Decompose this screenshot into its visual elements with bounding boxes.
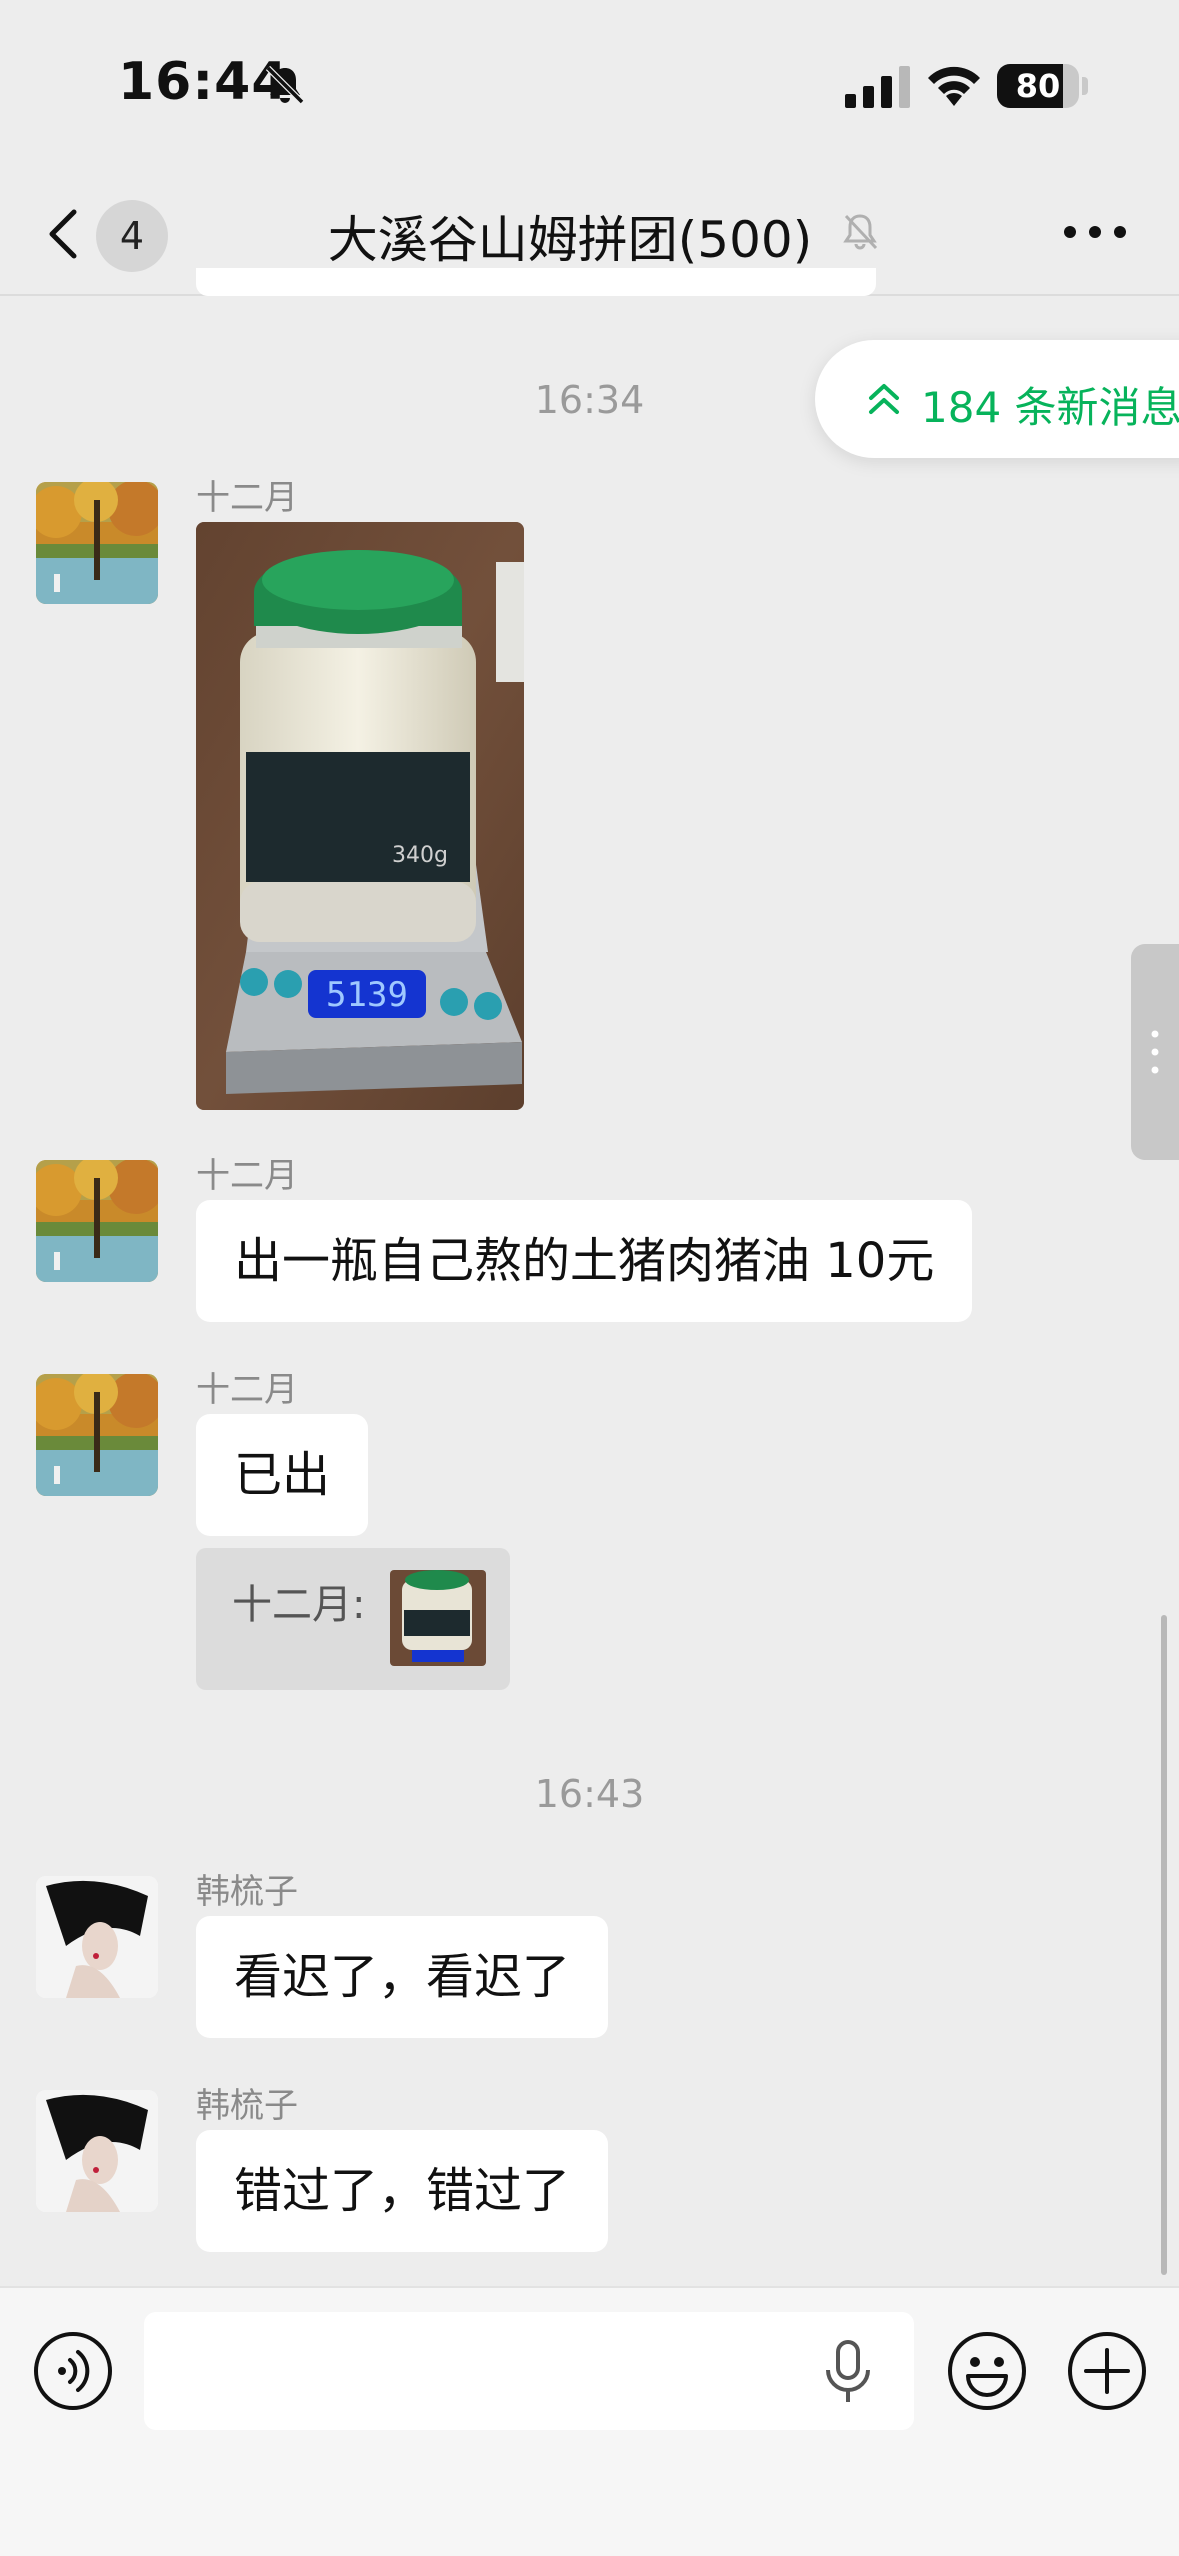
plus-icon[interactable] xyxy=(1066,2330,1148,2412)
message-bubble[interactable]: 看迟了，看迟了 xyxy=(196,1916,609,2038)
jar-label-weight: 340g xyxy=(392,843,448,868)
bell-muted-icon xyxy=(843,214,878,250)
message-timestamp: 16:43 xyxy=(534,1772,645,1816)
message-photo[interactable]: 5139 340g xyxy=(196,522,524,1110)
unread-count-badge: 4 xyxy=(96,200,168,272)
bell-slash-icon xyxy=(265,65,305,105)
lard-jar-photo: 5139 340g xyxy=(196,522,524,1110)
message-bubble[interactable]: 已出 xyxy=(196,1414,369,1536)
quoted-message[interactable]: 十二月: xyxy=(196,1548,510,1690)
back-button[interactable]: 4 xyxy=(40,186,170,276)
autumn-tree-avatar-image xyxy=(36,482,158,604)
previous-bubble-edge xyxy=(196,268,876,296)
woman-hat-avatar-image xyxy=(36,2090,158,2212)
sender-name: 韩梳子 xyxy=(196,1872,298,1912)
avatar[interactable] xyxy=(36,1160,158,1282)
message-bubble[interactable]: 错过了，错过了 xyxy=(196,2130,609,2252)
avatar[interactable] xyxy=(36,2090,158,2212)
sender-name: 十二月 xyxy=(196,478,298,518)
avatar[interactable] xyxy=(36,1374,158,1496)
lard-jar-thumbnail xyxy=(390,1570,486,1666)
quote-sender-label: 十二月: xyxy=(232,1582,366,1628)
status-bar: 16:44 80 xyxy=(0,0,1179,170)
avatar[interactable] xyxy=(36,482,158,604)
more-dots-icon[interactable] xyxy=(1060,210,1130,254)
scale-reading-display: 5139 xyxy=(326,975,408,1015)
new-messages-button[interactable]: 184 条新消息 xyxy=(815,340,1179,458)
scrollbar[interactable] xyxy=(1161,1615,1167,2275)
chat-title[interactable]: 大溪谷山姆拼团(500) xyxy=(300,200,840,272)
new-messages-label: 184 条新消息 xyxy=(921,383,1179,432)
woman-hat-avatar-image xyxy=(36,1876,158,1998)
cellular-signal-icon xyxy=(845,66,910,108)
battery-icon: 80 xyxy=(997,64,1079,108)
side-drawer-handle[interactable] xyxy=(1131,944,1179,1160)
voice-icon[interactable] xyxy=(32,2330,114,2412)
sender-name: 韩梳子 xyxy=(196,2086,298,2126)
battery-cap xyxy=(1082,77,1088,95)
vertical-dots-icon xyxy=(1151,1030,1159,1074)
input-bar xyxy=(0,2286,1179,2556)
avatar[interactable] xyxy=(36,1876,158,1998)
autumn-tree-avatar-image xyxy=(36,1160,158,1282)
back-chevron-icon xyxy=(49,209,77,259)
sender-name: 十二月 xyxy=(196,1370,298,1410)
message-input[interactable] xyxy=(144,2312,914,2430)
sender-name: 十二月 xyxy=(196,1156,298,1196)
quote-thumbnail xyxy=(390,1570,486,1666)
wifi-icon xyxy=(928,66,980,106)
microphone-icon[interactable] xyxy=(822,2340,874,2404)
message-bubble[interactable]: 出一瓶自己熬的土猪肉猪油 10元 xyxy=(196,1200,973,1322)
battery-level: 80 xyxy=(1015,67,1061,105)
double-chevron-up-icon xyxy=(869,384,899,414)
autumn-tree-avatar-image xyxy=(36,1374,158,1496)
emoji-icon[interactable] xyxy=(946,2330,1028,2412)
